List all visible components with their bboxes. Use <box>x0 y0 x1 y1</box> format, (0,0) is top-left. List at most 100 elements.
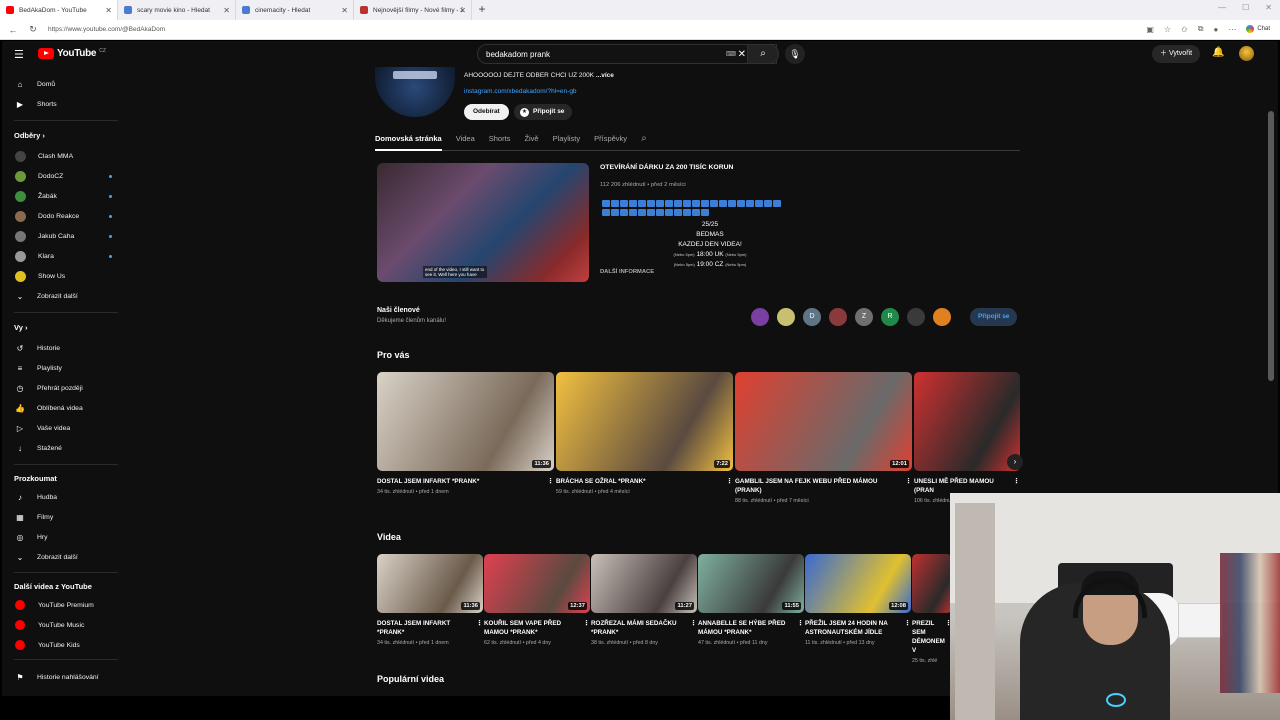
video-title[interactable]: DOSTAL JSEM INFARKT *PRANK* ⋮ <box>377 477 554 486</box>
new-tab-button[interactable]: + <box>472 0 492 20</box>
reload-icon[interactable]: ↻ <box>26 24 40 35</box>
channel-tab[interactable]: Domovská stránka <box>375 133 442 151</box>
sidebar-item[interactable]: ⌄ Zobrazit další <box>14 549 114 565</box>
notifications-bell-icon[interactable]: 🔔 <box>1212 47 1224 58</box>
sidebar-item[interactable]: DodoCZ <box>14 168 114 184</box>
channel-tab[interactable]: Živě <box>524 133 538 151</box>
video-thumbnail[interactable]: 12:01 <box>735 372 912 471</box>
channel-tab[interactable]: Videa <box>456 133 475 151</box>
tab-close-icon[interactable]: ✕ <box>223 6 230 15</box>
video-thumbnail[interactable]: 12:08 <box>805 554 911 613</box>
channel-tab[interactable]: Playlisty <box>553 133 581 151</box>
video-card[interactable]: UNESLI MĚ PŘED MAMOU (PRAN ⋮ 106 tis. zhlé… <box>914 372 1020 504</box>
video-thumbnail[interactable]: 11:36 <box>377 554 483 613</box>
channel-search-icon[interactable]: ⌕ <box>641 133 647 151</box>
sidebar-item[interactable]: ◷ Přehrát později <box>14 380 114 396</box>
video-card[interactable]: 11:36 DOSTAL JSEM INFARKT *PRANK* ⋮ 34 tis.… <box>377 372 554 495</box>
video-card[interactable]: 12:37 KOUŘIL SEM VAPE PŘED MAMOU *PRANK* ⋮… <box>484 554 590 646</box>
video-card[interactable]: PREZIL SEM DÉMONEM V ⋮ 25 tis. zhlé <box>912 554 952 664</box>
browser-tab[interactable]: Nejnovější filmy - Nové filmy - 2023✕ <box>354 0 472 20</box>
channel-tab[interactable]: Příspěvky <box>594 133 627 151</box>
sidebar-item[interactable]: Klara <box>14 248 114 264</box>
video-thumbnail[interactable] <box>912 554 952 613</box>
video-thumbnail[interactable]: 11:27 <box>591 554 697 613</box>
sidebar-item[interactable]: YouTube Music <box>14 617 114 633</box>
minimize-icon[interactable]: — <box>1218 3 1226 12</box>
channel-avatar[interactable] <box>375 67 455 117</box>
video-card[interactable]: 12:08 PŘEŽIL JSEM 24 HODIN NA ASTRONAUTSK… <box>805 554 911 646</box>
video-card[interactable]: 7:22 BRÁCHA SE OŽRAL *PRANK* ⋮ 59 tis. zhlé… <box>556 372 733 495</box>
sidebar-item[interactable]: ⌂ Domů <box>14 76 114 92</box>
video-thumbnail[interactable]: 7:22 <box>556 372 733 471</box>
tab-close-icon[interactable]: ✕ <box>341 6 348 15</box>
sidebar-subscriptions-header[interactable]: Odběry › <box>14 131 45 140</box>
more-actions-icon[interactable]: ⋮ <box>583 619 590 628</box>
featured-video-thumbnail[interactable]: end of the video, I still want to see it… <box>377 163 589 282</box>
sidebar-item[interactable]: Show Us <box>14 268 114 284</box>
sidebar-item[interactable]: ↓ Stažené <box>14 440 114 456</box>
account-avatar[interactable] <box>1239 46 1254 61</box>
create-button[interactable]: ＋ Vytvořit <box>1152 45 1201 63</box>
video-thumbnail[interactable]: 11:55 <box>698 554 804 613</box>
video-card[interactable]: 11:36 DOSTAL JSEM INFARKT *PRANK* ⋮ 34 tis.… <box>377 554 483 646</box>
profile-icon[interactable]: ● <box>1213 25 1218 34</box>
menu-icon[interactable]: ☰ <box>14 48 24 61</box>
popular-videos-title[interactable]: Populární videa <box>377 674 444 684</box>
channel-tab[interactable]: Shorts <box>489 133 511 151</box>
member-avatar[interactable] <box>829 308 847 326</box>
shelf-next-button[interactable]: › <box>1007 454 1023 470</box>
video-title[interactable]: KOUŘIL SEM VAPE PŘED MAMOU *PRANK* ⋮ <box>484 619 590 637</box>
members-join-button[interactable]: Připojit se <box>970 308 1018 326</box>
sidebar-item[interactable]: ▷ Vaše videa <box>14 420 114 436</box>
maximize-icon[interactable]: ☐ <box>1242 3 1249 12</box>
youtube-logo[interactable]: YouTube CZ <box>38 48 106 59</box>
channel-description[interactable]: AHOOOOOJ DEJTE ODBER CHCI UZ 200K ...víc… <box>464 72 614 79</box>
member-avatar[interactable]: D <box>803 308 821 326</box>
sidebar-item[interactable]: ◎ Hry <box>14 529 114 545</box>
sidebar-item[interactable]: ⌄ Zobrazit další <box>14 288 114 304</box>
sidebar-you-header[interactable]: Vy › <box>14 323 28 332</box>
subscribe-button[interactable]: Odebírat <box>464 104 509 120</box>
more-actions-icon[interactable]: ⋮ <box>904 619 911 628</box>
member-avatar[interactable] <box>777 308 795 326</box>
tab-close-icon[interactable]: ✕ <box>105 6 112 15</box>
member-avatar[interactable] <box>933 308 951 326</box>
sidebar-item[interactable]: ↺ Historie <box>14 340 114 356</box>
sidebar-item[interactable]: ♪ Hudba <box>14 489 114 505</box>
sidebar-item[interactable]: ▦ Filmy <box>14 509 114 525</box>
more-actions-icon[interactable]: ⋮ <box>905 477 912 486</box>
member-avatar[interactable] <box>751 308 769 326</box>
video-card[interactable]: 11:55 ANNABELLE SE HÝBE PŘED MÁMOU *PRANK… <box>698 554 804 646</box>
more-actions-icon[interactable]: ⋮ <box>797 619 804 628</box>
sidebar-item[interactable]: Clash MMA <box>14 148 114 164</box>
favorite-star-icon[interactable]: ☆ <box>1164 25 1171 34</box>
page-scrollbar[interactable] <box>1268 111 1274 381</box>
browser-tab[interactable]: scary movie kino - Hledat ✕ <box>118 0 236 20</box>
copilot-chat-button[interactable]: Chat <box>1246 25 1270 33</box>
video-thumbnail[interactable]: 12:37 <box>484 554 590 613</box>
join-button[interactable]: ★ Připojit se <box>514 104 573 120</box>
video-title[interactable]: ROZŘEZAL MÁMI SEDAČKU *PRANK* ⋮ <box>591 619 697 637</box>
videos-section-title[interactable]: Videa <box>377 532 401 542</box>
keyboard-icon[interactable]: ⌨ <box>726 50 736 58</box>
sidebar-item[interactable]: ⚑ Historie nahlášování <box>14 669 114 685</box>
member-avatar[interactable]: R <box>881 308 899 326</box>
search-input[interactable]: bedakadom prank ⌨ ✕ <box>477 44 777 64</box>
video-title[interactable]: ANNABELLE SE HÝBE PŘED MÁMOU *PRANK* ⋮ <box>698 619 804 637</box>
extensions-icon[interactable]: ⧉ <box>1198 24 1204 34</box>
url-field[interactable]: https://www.youtube.com/@BedAkaDom <box>48 26 165 33</box>
more-info-link[interactable]: DALŠÍ INFORMACE <box>600 269 654 275</box>
video-title[interactable]: PREZIL SEM DÉMONEM V ⋮ <box>912 619 952 655</box>
voice-search-button[interactable]: 🎙 <box>785 44 805 64</box>
video-card[interactable]: 11:27 ROZŘEZAL MÁMI SEDAČKU *PRANK* ⋮ 38 ti… <box>591 554 697 646</box>
more-actions-icon[interactable]: ⋮ <box>1013 477 1020 486</box>
video-title[interactable]: GAMBLIL JSEM NA FEJK WEBU PŘED MÁMOU (PR… <box>735 477 912 495</box>
more-icon[interactable]: ⋯ <box>1228 25 1236 34</box>
tab-close-icon[interactable]: ✕ <box>459 6 466 15</box>
more-actions-icon[interactable]: ⋮ <box>476 619 483 628</box>
sidebar-item[interactable]: Jakub Caha <box>14 228 114 244</box>
video-title[interactable]: PŘEŽIL JSEM 24 HODIN NA ASTRONAUTSKÉM JÍ… <box>805 619 911 637</box>
clear-search-icon[interactable]: ✕ <box>738 49 746 60</box>
browser-tab[interactable]: BedAkaDom - YouTube ✕ <box>0 0 118 20</box>
description-more-link[interactable]: ...více <box>596 72 614 79</box>
